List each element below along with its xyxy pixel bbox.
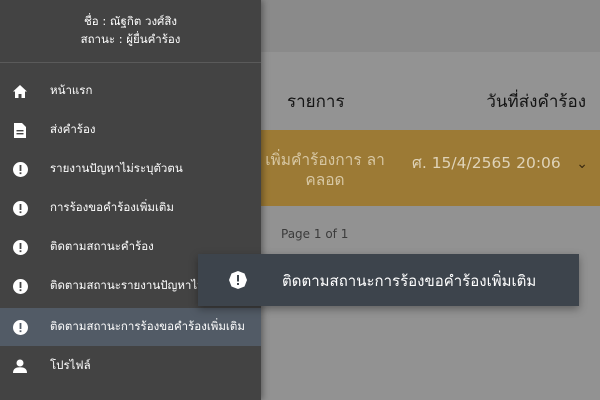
sidebar-item-home[interactable]: หน้าแรก (0, 72, 261, 110)
user-icon (12, 358, 28, 374)
row-date: ศ. 15/4/2565 20:06 (412, 154, 561, 172)
sidebar-item-profile[interactable]: โปรไฟล์ (0, 347, 261, 385)
alert-icon (229, 271, 247, 289)
sidebar-item-label: การร้องขอคำร้องเพิ่มเติม (50, 200, 174, 214)
sidebar-item-label: รายงานปัญหาไม่ระบุตัวตน (50, 161, 183, 175)
sidebar-item-anonymous-report[interactable]: รายงานปัญหาไม่ระบุตัวตน (0, 150, 261, 188)
sidebar-item-label: ส่งคำร้อง (50, 122, 96, 136)
sidebar-tooltip: ติดตามสถานะการร้องขอคำร้องเพิ่มเติม (198, 254, 579, 306)
sidebar: ชื่อ : ณัฐกิต วงศ์สิง สถานะ : ผู้ยื่นคำร… (0, 0, 261, 400)
sidebar-item-label: ติดตามสถานะการร้องขอคำร้องเพิ่มเติม (50, 319, 245, 333)
profile-name: ชื่อ : ณัฐกิต วงศ์สิง (83, 14, 177, 28)
sidebar-item-additional-request[interactable]: การร้องขอคำร้องเพิ่มเติม (0, 189, 261, 227)
tooltip-text: ติดตามสถานะการร้องขอคำร้องเพิ่มเติม (282, 272, 537, 290)
chevron-down-icon[interactable]: ⌄ (576, 156, 588, 172)
sidebar-item-track-additional-request[interactable]: ติดตามสถานะการร้องขอคำร้องเพิ่มเติม (0, 308, 261, 346)
sidebar-item-label: โปรไฟล์ (50, 358, 91, 372)
document-icon (12, 122, 28, 138)
profile-status: สถานะ : ผู้ยื่นคำร้อง (80, 32, 181, 46)
column-header-item: รายการ (287, 92, 345, 112)
top-bar (260, 0, 600, 52)
sidebar-item-submit-request[interactable]: ส่งคำร้อง (0, 111, 261, 149)
home-icon (12, 83, 28, 99)
profile-panel: ชื่อ : ณัฐกิต วงศ์สิง สถานะ : ผู้ยื่นคำร… (0, 0, 261, 63)
table-row[interactable]: เพิ่มคำร้องการ ลา คลอด ศ. 15/4/2565 20:0… (260, 130, 600, 206)
sidebar-item-label: หน้าแรก (50, 83, 93, 97)
alert-icon (12, 161, 28, 177)
alert-icon (12, 278, 28, 294)
column-header-date: วันที่ส่งคำร้อง (486, 92, 586, 112)
alert-icon (12, 200, 28, 216)
pager-text: Page 1 of 1 (281, 227, 349, 241)
alert-icon (12, 319, 28, 335)
alert-icon (12, 239, 28, 255)
row-item: เพิ่มคำร้องการ ลา คลอด (265, 151, 385, 189)
